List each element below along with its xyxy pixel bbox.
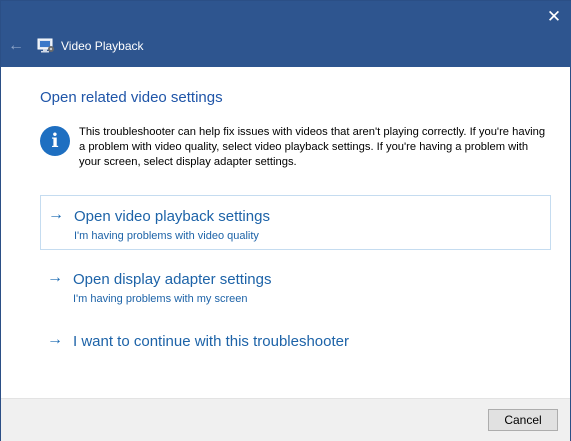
option-display-adapter-settings[interactable]: → Open display adapter settings I'm havi…: [40, 259, 551, 314]
back-arrow-icon[interactable]: ←: [7, 37, 25, 55]
page-heading: Open related video settings: [40, 89, 223, 106]
option-continue-troubleshooter[interactable]: → I want to continue with this troublesh…: [40, 321, 551, 376]
cancel-button[interactable]: Cancel: [488, 409, 558, 431]
option-title: I want to continue with this troubleshoo…: [73, 333, 349, 350]
option-subtitle: I'm having problems with my screen: [73, 293, 248, 305]
arrow-right-icon: →: [47, 269, 63, 286]
troubleshooter-window: ✕ ← Video Playback Open related video se…: [0, 0, 571, 441]
arrow-right-icon: →: [47, 331, 63, 348]
title-bar: ✕ ← Video Playback: [1, 1, 571, 67]
arrow-right-icon: →: [48, 206, 64, 223]
footer-bar: Cancel: [1, 398, 570, 441]
option-video-playback-settings[interactable]: → Open video playback settings I'm havin…: [40, 195, 551, 250]
window-title: Video Playback: [61, 39, 144, 53]
info-icon: i: [40, 126, 70, 156]
option-title: Open video playback settings: [74, 208, 270, 225]
option-title: Open display adapter settings: [73, 271, 272, 288]
close-icon[interactable]: ✕: [544, 7, 564, 27]
option-subtitle: I'm having problems with video quality: [74, 230, 259, 242]
info-description: This troubleshooter can help fix issues …: [79, 126, 546, 168]
troubleshooter-app-icon: [37, 38, 54, 53]
